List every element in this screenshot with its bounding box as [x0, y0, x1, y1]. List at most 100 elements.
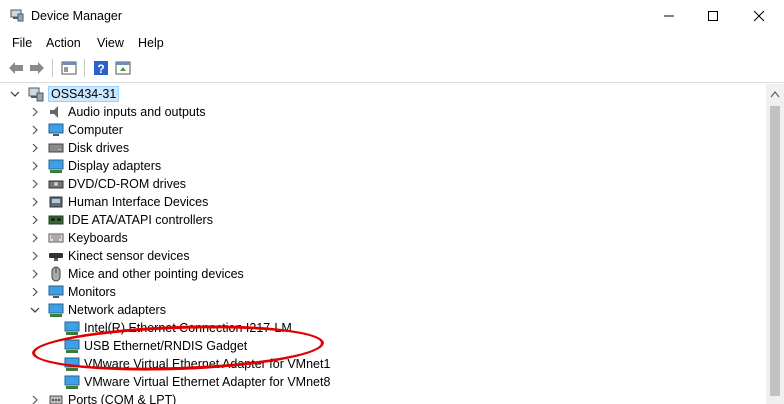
chevron-right-icon[interactable]: [28, 231, 42, 245]
toolbar-separator: [84, 59, 85, 77]
tree-item-label: Computer: [68, 123, 123, 137]
maximize-button[interactable]: [690, 0, 736, 32]
network-adapter-icon: [64, 338, 80, 354]
help-icon: ?: [94, 61, 108, 76]
tree-item-vmnet8[interactable]: VMware Virtual Ethernet Adapter for VMne…: [64, 373, 330, 391]
tree-item-label: Kinect sensor devices: [68, 249, 190, 263]
device-tree: OSS434-31 Audio inputs and outputs Compu…: [0, 84, 766, 404]
tree-item-ide[interactable]: IDE ATA/ATAPI controllers: [28, 211, 213, 229]
monitor-icon: [48, 122, 64, 138]
menu-bar: File Action View Help: [0, 32, 784, 54]
minimize-button[interactable]: [646, 0, 692, 32]
chevron-down-icon[interactable]: [28, 303, 42, 317]
chevron-right-icon[interactable]: [28, 123, 42, 137]
tree-item-label: Network adapters: [68, 303, 166, 317]
tree-item-label: VMware Virtual Ethernet Adapter for VMne…: [84, 375, 331, 389]
tree-item-keyboards[interactable]: Keyboards: [28, 229, 128, 247]
tree-item-ports[interactable]: Ports (COM & LPT): [28, 391, 176, 404]
hid-icon: [48, 194, 64, 210]
tree-item-label: Audio inputs and outputs: [68, 105, 206, 119]
tree-item-kinect[interactable]: Kinect sensor devices: [28, 247, 190, 265]
network-adapter-icon: [64, 320, 80, 336]
tree-item-disk-drives[interactable]: Disk drives: [28, 139, 129, 157]
back-arrow-icon: [9, 62, 23, 74]
monitor-icon: [48, 284, 64, 300]
forward-button[interactable]: [27, 58, 47, 78]
tree-item-network-adapters[interactable]: Network adapters: [28, 301, 166, 319]
tree-item-audio[interactable]: Audio inputs and outputs: [28, 103, 206, 121]
help-button[interactable]: ?: [91, 58, 111, 78]
toolbar: ?: [0, 54, 784, 83]
tree-item-usb-rndis-gadget[interactable]: USB Ethernet/RNDIS Gadget: [64, 337, 247, 355]
chevron-right-icon[interactable]: [28, 213, 42, 227]
tree-root-label: OSS434-31: [48, 86, 120, 102]
menu-file[interactable]: File: [10, 36, 34, 50]
tree-item-label: Monitors: [68, 285, 116, 299]
title-bar: Device Manager: [0, 0, 784, 32]
chevron-right-icon[interactable]: [28, 195, 42, 209]
tree-item-label: Mice and other pointing devices: [68, 267, 244, 281]
update-driver-button[interactable]: [113, 58, 133, 78]
tree-item-label: USB Ethernet/RNDIS Gadget: [84, 339, 248, 353]
tree-item-intel-ethernet[interactable]: Intel(R) Ethernet Connection I217-LM: [64, 319, 292, 337]
properties-icon: [61, 61, 77, 75]
chevron-right-icon[interactable]: [28, 267, 42, 281]
device-manager-icon: [10, 9, 24, 22]
chevron-right-icon[interactable]: [28, 159, 42, 173]
scroll-up-icon[interactable]: [770, 90, 780, 98]
network-adapter-icon: [64, 374, 80, 390]
tree-root[interactable]: OSS434-31: [8, 85, 120, 103]
chevron-right-icon[interactable]: [28, 249, 42, 263]
chevron-right-icon[interactable]: [28, 393, 42, 404]
network-adapter-icon: [48, 302, 64, 318]
tree-item-computer[interactable]: Computer: [28, 121, 123, 139]
tree-item-label: Disk drives: [68, 141, 130, 155]
tree-item-label: Intel(R) Ethernet Connection I217-LM: [84, 321, 292, 335]
scrollbar-thumb[interactable]: [770, 106, 780, 396]
properties-button[interactable]: [59, 58, 79, 78]
tree-item-label: Display adapters: [68, 159, 162, 173]
tree-item-label: IDE ATA/ATAPI controllers: [68, 213, 213, 227]
minimize-icon: [664, 15, 674, 17]
tree-item-label: VMware Virtual Ethernet Adapter for VMne…: [84, 357, 331, 371]
device-manager-window: Device Manager File Action View Help ? O…: [0, 0, 784, 404]
dvd-icon: [48, 176, 64, 192]
tree-item-display-adapters[interactable]: Display adapters: [28, 157, 161, 175]
tree-item-label: Ports (COM & LPT): [68, 393, 177, 404]
tree-item-vmnet1[interactable]: VMware Virtual Ethernet Adapter for VMne…: [64, 355, 330, 373]
keyboard-icon: [48, 230, 64, 246]
chevron-right-icon[interactable]: [28, 141, 42, 155]
disk-drive-icon: [48, 140, 64, 156]
close-icon: [753, 10, 765, 22]
vertical-scrollbar[interactable]: [766, 84, 784, 404]
computer-icon: [28, 86, 44, 102]
port-icon: [48, 392, 64, 404]
maximize-icon: [708, 11, 718, 21]
chevron-down-icon[interactable]: [8, 87, 22, 101]
back-button[interactable]: [6, 58, 26, 78]
mouse-icon: [48, 266, 64, 282]
chevron-right-icon[interactable]: [28, 285, 42, 299]
menu-view[interactable]: View: [95, 36, 126, 50]
update-driver-icon: [115, 61, 131, 75]
toolbar-separator: [52, 59, 53, 77]
chevron-right-icon[interactable]: [28, 177, 42, 191]
close-button[interactable]: [736, 0, 782, 32]
speaker-icon: [48, 104, 64, 120]
network-adapter-icon: [64, 356, 80, 372]
window-title: Device Manager: [31, 9, 123, 23]
chevron-right-icon[interactable]: [28, 105, 42, 119]
svg-text:?: ?: [97, 62, 104, 76]
menu-help[interactable]: Help: [136, 36, 166, 50]
tree-item-label: Keyboards: [68, 231, 128, 245]
tree-item-mice[interactable]: Mice and other pointing devices: [28, 265, 244, 283]
tree-item-label: Human Interface Devices: [68, 195, 209, 209]
tree-item-label: DVD/CD-ROM drives: [68, 177, 187, 191]
forward-arrow-icon: [30, 62, 44, 74]
menu-action[interactable]: Action: [44, 36, 83, 50]
tree-item-dvd[interactable]: DVD/CD-ROM drives: [28, 175, 186, 193]
display-adapter-icon: [48, 158, 64, 174]
ide-controller-icon: [48, 212, 64, 228]
tree-item-monitors[interactable]: Monitors: [28, 283, 116, 301]
tree-item-hid[interactable]: Human Interface Devices: [28, 193, 208, 211]
